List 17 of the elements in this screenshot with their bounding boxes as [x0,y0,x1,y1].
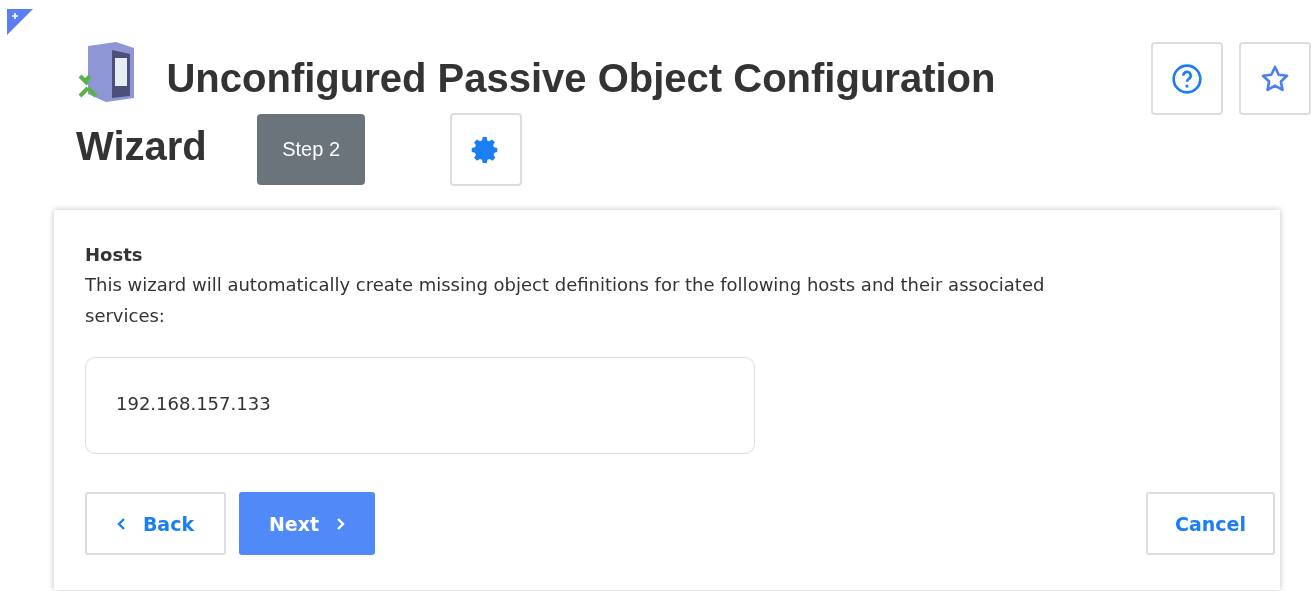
section-description: This wizard will automatically create missing object definitions for the following hosts and their associated services: [85,273,1046,328]
corner-plus-icon[interactable] [7,9,33,35]
next-button[interactable]: Next [239,492,375,555]
page-title: Wizard [76,124,207,168]
server-icon [76,40,136,104]
settings-button[interactable] [449,113,522,187]
hosts-field[interactable]: 192.168.157.133 [85,357,755,454]
page-title: Unconfigured Passive Object Configuration [166,56,996,100]
chevron-left-icon [116,516,127,531]
back-button[interactable]: Back [85,492,226,555]
step-badge: Step 2 [257,114,366,186]
help-icon [1171,62,1203,95]
section-title: Hosts [85,244,144,265]
favorite-button[interactable] [1239,42,1311,115]
chevron-right-icon [335,516,346,531]
help-button[interactable] [1151,42,1223,115]
cancel-button[interactable]: Cancel [1146,492,1275,555]
